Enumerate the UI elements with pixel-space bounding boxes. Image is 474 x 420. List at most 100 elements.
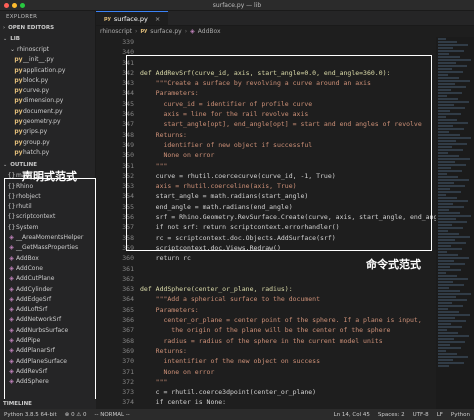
line-number: 372	[122, 377, 134, 386]
python-file-icon: py	[14, 56, 23, 64]
line-ending[interactable]: LF	[437, 412, 443, 418]
line-text: if center is None:	[140, 398, 227, 407]
close-icon[interactable]: ×	[155, 15, 160, 23]
code-line: 363 def AddSphere(center_or_plane, radius…	[96, 284, 436, 294]
lib-section[interactable]: ⌄ LIB	[0, 34, 95, 45]
chevron-right-icon: ›	[135, 28, 138, 35]
minimap-line	[438, 233, 459, 235]
minimap-line	[438, 209, 449, 211]
minimap-line	[438, 71, 463, 73]
minimap-line	[438, 296, 456, 298]
minimap-line	[438, 134, 460, 136]
file-item[interactable]: py geometry.py	[0, 117, 95, 127]
python-file-icon: py	[14, 66, 23, 74]
file-item[interactable]: py dimension.py	[0, 96, 95, 106]
minimap-line	[438, 206, 464, 208]
line-number: 364	[122, 295, 134, 304]
minimap-line	[438, 146, 452, 148]
python-interpreter[interactable]: Python 3.8.5 64-bit	[4, 412, 57, 418]
folder-label: rhinoscript	[17, 46, 50, 53]
minimap-line	[438, 143, 467, 145]
tab-label: surface.py	[113, 14, 148, 23]
file-label: curve.py	[23, 87, 50, 95]
file-label: document.py	[23, 107, 63, 115]
file-item[interactable]: py application.py	[0, 66, 95, 76]
file-label: block.py	[23, 76, 49, 84]
minimap-line	[438, 218, 456, 220]
minimap[interactable]	[436, 37, 474, 409]
minimap-line	[438, 323, 451, 325]
code-line: 369 Returns:	[96, 346, 436, 356]
minimap-line	[438, 179, 469, 181]
open-editors-section[interactable]: › OPEN EDITORS	[0, 23, 95, 34]
indentation[interactable]: Spaces: 2	[378, 412, 405, 418]
file-item[interactable]: py group.py	[0, 138, 95, 148]
line-number: 365	[122, 305, 134, 314]
minimap-line	[438, 284, 464, 286]
file-item[interactable]: py document.py	[0, 107, 95, 117]
file-item[interactable]: py grips.py	[0, 127, 95, 137]
line-text: c = rhutil.coerce3dpoint(center_or_plane…	[140, 388, 317, 397]
minimap-line	[438, 299, 467, 301]
file-label: group.py	[23, 138, 50, 146]
encoding[interactable]: UTF-8	[413, 412, 429, 418]
minimap-line	[438, 119, 457, 121]
minimap-line	[438, 164, 466, 166]
minimap-line	[438, 200, 468, 202]
minimap-line	[438, 188, 450, 190]
minimap-line	[438, 335, 469, 337]
breadcrumb-folder[interactable]: rhinoscript	[100, 26, 132, 37]
minimap-line	[438, 185, 465, 187]
minimap-line	[438, 104, 454, 106]
file-label: hatch.py	[23, 148, 50, 156]
line-number: 366	[122, 316, 134, 325]
code-line: 374 if center is None:	[96, 397, 436, 407]
lib-label: LIB	[10, 36, 20, 42]
file-item[interactable]: py curve.py	[0, 86, 95, 96]
chevron-right-icon: ›	[3, 25, 6, 31]
imperative-paradigm-label: 命令式范式	[366, 258, 421, 271]
code-line: 372 """	[96, 377, 436, 387]
problems-count[interactable]: ⊗ 0 ⚠ 0	[65, 412, 87, 418]
python-file-icon: py	[14, 148, 23, 156]
python-file-icon: py	[14, 128, 23, 136]
breadcrumb-file[interactable]: surface.py	[150, 26, 181, 37]
minimap-line	[438, 152, 448, 154]
chevron-down-icon: ⌄	[3, 162, 8, 169]
line-number: 371	[122, 367, 134, 376]
line-text: center_or_plane = center point of the sp…	[140, 316, 422, 325]
code-line: 373 c = rhutil.coerce3dpoint(center_or_p…	[96, 387, 436, 397]
file-item[interactable]: py hatch.py	[0, 148, 95, 158]
minimap-line	[438, 194, 446, 196]
minimap-line	[438, 107, 465, 109]
file-item[interactable]: py block.py	[0, 76, 95, 86]
minimap-line	[438, 182, 454, 184]
minimap-line	[438, 326, 462, 328]
timeline-section[interactable]: TIMELINE	[0, 399, 96, 409]
minimap-line	[438, 329, 447, 331]
language-mode[interactable]: Python	[451, 412, 470, 418]
minimap-line	[438, 131, 449, 133]
tab-bar: py surface.py ×	[96, 11, 474, 26]
minimap-line	[438, 137, 471, 139]
breadcrumb-symbol[interactable]: AddBox	[198, 26, 221, 37]
imperative-highlight-box	[126, 55, 432, 251]
minimap-line	[438, 110, 450, 112]
file-item[interactable]: py __init__.py	[0, 55, 95, 65]
minimap-line	[438, 41, 457, 43]
line-number: 370	[122, 357, 134, 366]
chevron-down-icon: ⌄	[3, 36, 8, 42]
line-number: 368	[122, 336, 134, 345]
declarative-paradigm-label: 声明式范式	[22, 170, 77, 183]
minimap-line	[438, 80, 470, 82]
file-tree: ⌄ rhinoscript py __init__.py py application.…	[0, 45, 95, 158]
code-line: 368 radius = radius of the sphere in the…	[96, 336, 436, 346]
open-editors-label: OPEN EDITORS	[8, 25, 55, 31]
tab-surface-py[interactable]: py surface.py ×	[96, 11, 169, 25]
minimap-line	[438, 314, 470, 316]
folder-item[interactable]: ⌄ rhinoscript	[0, 45, 95, 55]
minimap-line	[438, 155, 459, 157]
minimap-line	[438, 317, 455, 319]
minimap-line	[438, 221, 467, 223]
cursor-position[interactable]: Ln 14, Col 45	[334, 412, 370, 418]
